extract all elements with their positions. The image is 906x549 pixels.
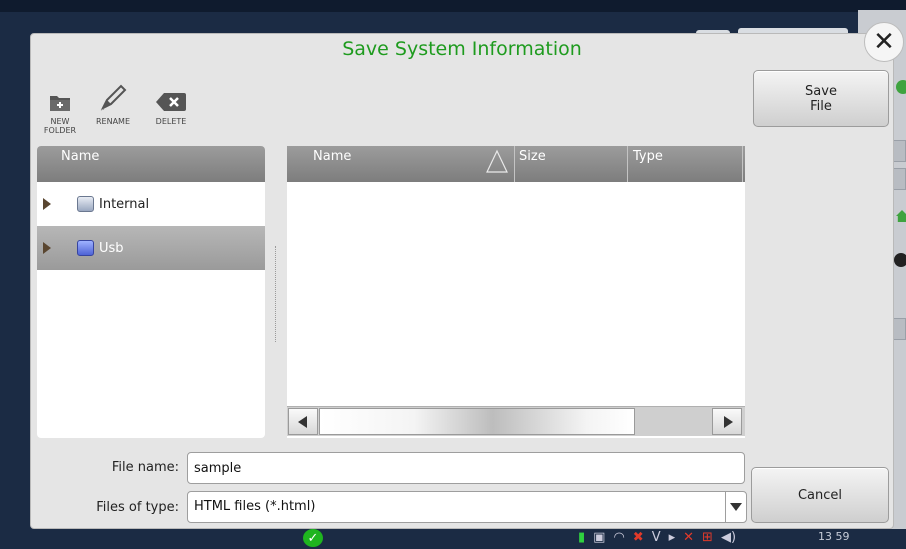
background-indicator-icon — [894, 253, 906, 267]
tree-item-internal[interactable]: Internal — [37, 182, 265, 226]
column-header-name[interactable]: Name — [313, 149, 351, 164]
status-ok-icon: ✓ — [303, 529, 323, 547]
new-folder-label: NEW FOLDER — [43, 117, 77, 135]
save-file-button[interactable]: Save File — [753, 70, 889, 127]
file-list-panel: Name Size Type — [287, 146, 745, 438]
network-icon: ▣ — [593, 530, 606, 545]
system-tray: ▮ ▣ ◠ ✖ V ▸ ✕ ⊞ ◀) — [578, 530, 736, 545]
battery-icon: ▮ — [578, 530, 586, 545]
clock: 13 59 — [818, 530, 850, 543]
sort-ascending-icon — [486, 149, 508, 173]
tree-item-label: Internal — [99, 196, 150, 212]
background-status-led — [896, 80, 906, 94]
panel-splitter-handle[interactable] — [275, 246, 277, 342]
files-of-type-select[interactable]: HTML files (*.html) — [187, 491, 747, 523]
location-tree-panel: Name Internal Usb — [37, 146, 265, 438]
expand-arrow-icon[interactable] — [43, 242, 51, 254]
file-name-input[interactable] — [187, 452, 745, 484]
lan-off-icon: ⊞ — [702, 530, 713, 545]
dialog-title: Save System Information — [342, 38, 582, 60]
scroll-left-button[interactable] — [288, 408, 318, 435]
files-of-type-value: HTML files (*.html) — [194, 499, 316, 514]
new-folder-button[interactable]: NEW FOLDER — [36, 82, 84, 135]
column-separator[interactable] — [742, 146, 743, 182]
connection-off-icon: ✕ — [683, 530, 695, 545]
scroll-right-arrow-icon — [724, 416, 733, 428]
column-separator[interactable] — [627, 146, 628, 182]
rename-button[interactable]: RENAME — [89, 82, 137, 126]
expand-arrow-icon[interactable] — [43, 198, 51, 210]
save-system-information-dialog: Save System Information NEW FOLDER RENAM… — [30, 33, 894, 529]
background-row — [892, 168, 906, 190]
new-folder-icon — [36, 82, 84, 112]
tree-item-label: Usb — [99, 240, 124, 256]
chevron-down-icon[interactable] — [725, 492, 745, 522]
horizontal-scrollbar[interactable] — [287, 406, 745, 436]
status-bar — [0, 529, 906, 549]
vnc-icon: V — [651, 530, 661, 545]
rename-pencil-icon — [89, 82, 137, 112]
tree-item-usb[interactable]: Usb — [37, 226, 265, 270]
close-icon: ✕ — [873, 27, 895, 57]
delete-backspace-icon — [147, 82, 195, 112]
scroll-left-arrow-icon — [298, 416, 307, 428]
terminal-icon: ▸ — [668, 530, 676, 545]
scroll-right-button[interactable] — [712, 408, 742, 435]
background-top-bar — [0, 0, 906, 12]
scrollbar-thumb[interactable] — [319, 408, 635, 435]
background-row — [892, 140, 906, 162]
close-button[interactable]: ✕ — [864, 22, 904, 62]
tree-column-header-name[interactable]: Name — [37, 146, 265, 182]
rename-label: RENAME — [95, 117, 131, 126]
volume-icon: ◀) — [720, 530, 737, 545]
files-of-type-label: Files of type: — [96, 500, 179, 515]
background-row — [892, 318, 906, 340]
column-separator[interactable] — [514, 146, 515, 182]
bluetooth-off-icon: ✖ — [632, 530, 644, 545]
wifi-icon: ◠ — [613, 530, 625, 545]
usb-drive-icon — [77, 240, 94, 256]
cancel-button[interactable]: Cancel — [751, 467, 889, 523]
column-header-type[interactable]: Type — [633, 149, 663, 164]
drive-icon — [77, 196, 94, 212]
column-header-size[interactable]: Size — [519, 149, 546, 164]
file-list-header: Name Size Type — [287, 146, 745, 182]
delete-button[interactable]: DELETE — [147, 82, 195, 126]
file-name-label: File name: — [111, 460, 179, 475]
delete-label: DELETE — [155, 117, 187, 126]
